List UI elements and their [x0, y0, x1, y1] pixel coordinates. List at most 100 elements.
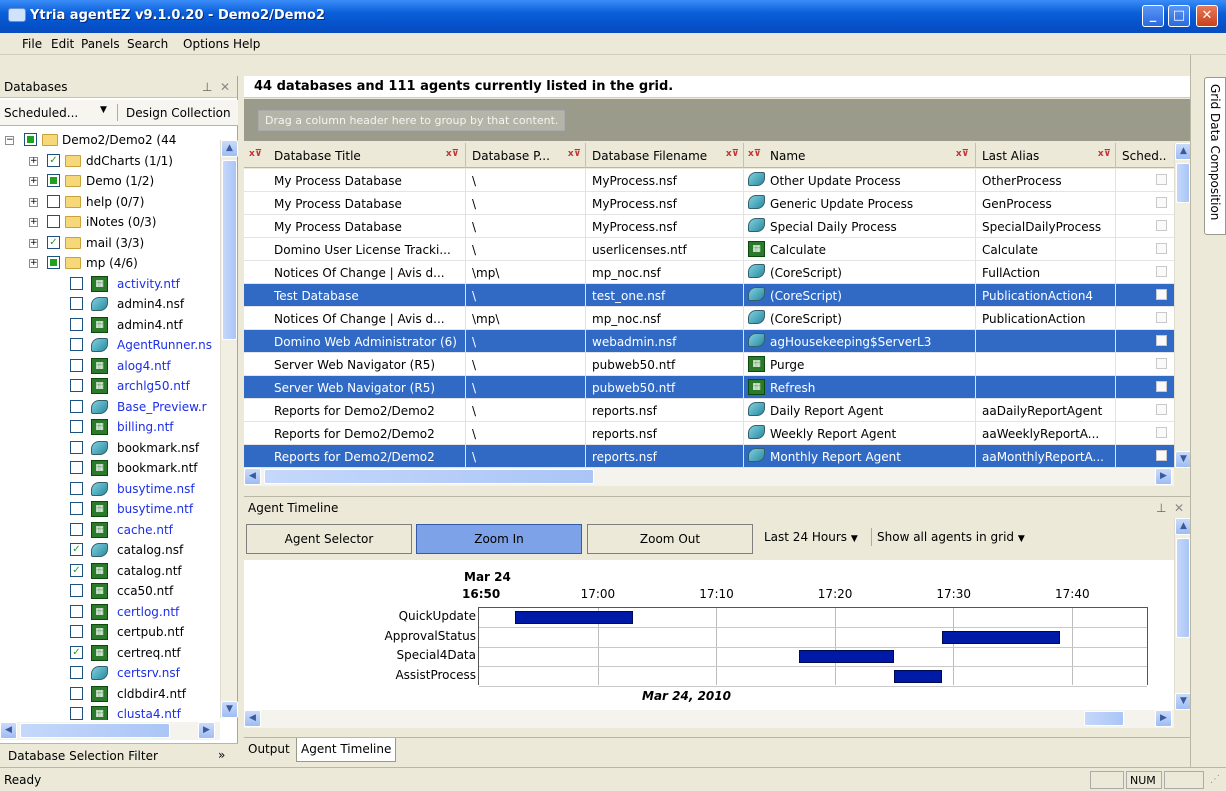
- checkbox[interactable]: ✓: [47, 235, 60, 249]
- checkbox[interactable]: ✓: [70, 563, 83, 577]
- scroll-thumb[interactable]: [1176, 538, 1190, 638]
- agent-run-bar[interactable]: [941, 630, 1061, 644]
- timeline-chart[interactable]: Mar 24 Mar 24, 2010 16:50 17:00 17:10 17:20…: [244, 560, 1174, 710]
- col-database-filename[interactable]: Database Filename x⊽: [586, 143, 744, 168]
- checkbox[interactable]: [70, 584, 83, 597]
- side-tab-grid-data-composition[interactable]: Grid Data Composition: [1204, 77, 1226, 235]
- tab-design-collection[interactable]: Design Collection: [126, 106, 231, 120]
- tab-agent-timeline[interactable]: Agent Timeline: [296, 738, 397, 762]
- tree-item[interactable]: ▦ certpub.ntf: [0, 622, 220, 642]
- tree-item[interactable]: + help (0/7): [0, 192, 220, 212]
- tree-horizontal-scrollbar[interactable]: ◀ ▶: [0, 722, 220, 740]
- checkbox[interactable]: [70, 481, 83, 495]
- checkbox[interactable]: [70, 440, 83, 454]
- close-panel-icon[interactable]: ✕: [1174, 501, 1184, 515]
- checkbox[interactable]: [24, 133, 37, 146]
- filter-icon[interactable]: x⊽: [748, 149, 761, 159]
- timeline-horizontal-scrollbar[interactable]: ◀ ▶: [244, 710, 1174, 728]
- schedule-checkbox[interactable]: [1156, 427, 1167, 438]
- menu-search[interactable]: Search: [127, 37, 168, 51]
- scroll-thumb[interactable]: [264, 469, 594, 484]
- checkbox[interactable]: [70, 276, 83, 290]
- tree-item[interactable]: ▦ clusta4.ntf: [0, 704, 220, 720]
- checkbox[interactable]: [70, 399, 83, 413]
- checkbox[interactable]: ✓: [47, 153, 60, 167]
- table-row[interactable]: Domino User License Tracki... \ userlicens…: [244, 238, 1174, 261]
- group-by-area[interactable]: Drag a column header here to group by th…: [244, 99, 1190, 141]
- schedule-checkbox[interactable]: [1156, 381, 1167, 392]
- filter-icon[interactable]: x⊽: [726, 149, 739, 159]
- scroll-left-icon[interactable]: ◀: [244, 710, 261, 727]
- checkbox[interactable]: [70, 461, 83, 474]
- tree-item[interactable]: + ✓ ddCharts (1/1): [0, 151, 220, 171]
- table-row[interactable]: Notices Of Change | Avis d... \mp\ mp_noc.…: [244, 307, 1174, 330]
- checkbox[interactable]: [70, 379, 83, 392]
- scroll-right-icon[interactable]: ▶: [198, 722, 215, 739]
- tree-item[interactable]: ▦ billing.ntf: [0, 417, 220, 437]
- checkbox[interactable]: [70, 338, 83, 351]
- filter-icon[interactable]: x⊽: [249, 149, 262, 159]
- maximize-button[interactable]: □: [1168, 5, 1190, 27]
- checkbox[interactable]: [47, 174, 60, 187]
- tree-item[interactable]: ✓ catalog.nsf: [0, 540, 220, 560]
- checkbox[interactable]: [47, 194, 60, 208]
- checkbox[interactable]: [70, 317, 83, 331]
- schedule-checkbox[interactable]: [1156, 243, 1167, 254]
- checkbox[interactable]: ✓: [70, 645, 83, 659]
- schedule-checkbox[interactable]: [1156, 358, 1167, 369]
- scroll-thumb[interactable]: [20, 723, 170, 738]
- tree-item[interactable]: + Demo (1/2): [0, 171, 220, 191]
- tree-item[interactable]: ▦ certlog.ntf: [0, 602, 220, 622]
- collapse-icon[interactable]: −: [5, 136, 14, 145]
- scroll-down-icon[interactable]: ▼: [221, 701, 238, 718]
- expand-chevron-icon[interactable]: »: [218, 748, 225, 762]
- checkbox[interactable]: [70, 420, 83, 433]
- tree-item[interactable]: ✓ ▦ certreq.ntf: [0, 643, 220, 663]
- checkbox[interactable]: [70, 686, 83, 700]
- schedule-checkbox[interactable]: [1156, 335, 1167, 346]
- filter-icon[interactable]: x⊽: [1098, 149, 1111, 159]
- table-row[interactable]: Server Web Navigator (R5) \ pubweb50.ntf ▦ P…: [244, 353, 1174, 376]
- scroll-left-icon[interactable]: ◀: [244, 468, 261, 485]
- col-database-path[interactable]: Database P... x⊽: [466, 143, 586, 168]
- table-row[interactable]: Server Web Navigator (R5) \ pubweb50.ntf ▦ R…: [244, 376, 1174, 399]
- table-row[interactable]: Reports for Demo2/Demo2 \ reports.nsf Daily…: [244, 399, 1174, 422]
- agents-filter-dropdown[interactable]: Show all agents in grid ▼: [877, 530, 1025, 544]
- chevron-down-icon[interactable]: ▼: [100, 105, 107, 115]
- scroll-right-icon[interactable]: ▶: [1155, 468, 1172, 485]
- schedule-checkbox[interactable]: [1156, 289, 1167, 300]
- close-button[interactable]: ✕: [1196, 5, 1218, 27]
- scroll-thumb[interactable]: [1084, 711, 1124, 726]
- database-tree[interactable]: − Demo2/Demo2 (44 + ✓ ddCharts (1/1) + Demo (1…: [0, 130, 220, 720]
- tree-item[interactable]: busytime.nsf: [0, 479, 220, 499]
- menu-help[interactable]: Help: [233, 37, 260, 51]
- filter-icon[interactable]: x⊽: [568, 149, 581, 159]
- checkbox[interactable]: [70, 666, 83, 679]
- zoom-in-button[interactable]: Zoom In: [416, 524, 582, 554]
- filter-icon[interactable]: x⊽: [446, 149, 459, 159]
- table-row[interactable]: Reports for Demo2/Demo2 \ reports.nsf Weekl…: [244, 422, 1174, 445]
- tree-item[interactable]: ▦ activity.ntf: [0, 274, 220, 294]
- expand-icon[interactable]: +: [29, 156, 38, 166]
- tree-item[interactable]: Base_Preview.r: [0, 397, 220, 417]
- schedule-checkbox[interactable]: [1156, 312, 1167, 323]
- menu-file[interactable]: File: [22, 37, 42, 51]
- checkbox[interactable]: ✓: [70, 543, 83, 556]
- zoom-out-button[interactable]: Zoom Out: [587, 524, 753, 554]
- schedule-checkbox[interactable]: [1156, 174, 1167, 185]
- agent-run-bar[interactable]: [894, 669, 942, 683]
- tree-item[interactable]: ▦ cldbdir4.ntf: [0, 684, 220, 704]
- tree-item[interactable]: bookmark.nsf: [0, 438, 220, 458]
- timeline-vertical-scrollbar[interactable]: ▲ ▼: [1174, 518, 1192, 710]
- table-row[interactable]: My Process Database \ MyProcess.nsf Other U…: [244, 169, 1174, 192]
- tree-item[interactable]: ▦ cca50.ntf: [0, 581, 220, 601]
- filter-icon[interactable]: x⊽: [956, 149, 969, 159]
- scroll-thumb[interactable]: [222, 160, 237, 340]
- menu-options[interactable]: Options: [183, 37, 229, 51]
- table-row[interactable]: Domino Web Administrator (6) \ webadmin.ns…: [244, 330, 1174, 353]
- tree-item[interactable]: + ✓ mail (3/3): [0, 233, 220, 253]
- agent-run-bar[interactable]: [799, 650, 895, 663]
- tree-item[interactable]: − Demo2/Demo2 (44: [0, 130, 220, 150]
- tree-item[interactable]: ▦ archlg50.ntf: [0, 376, 220, 396]
- range-dropdown[interactable]: Last 24 Hours ▼: [764, 530, 858, 544]
